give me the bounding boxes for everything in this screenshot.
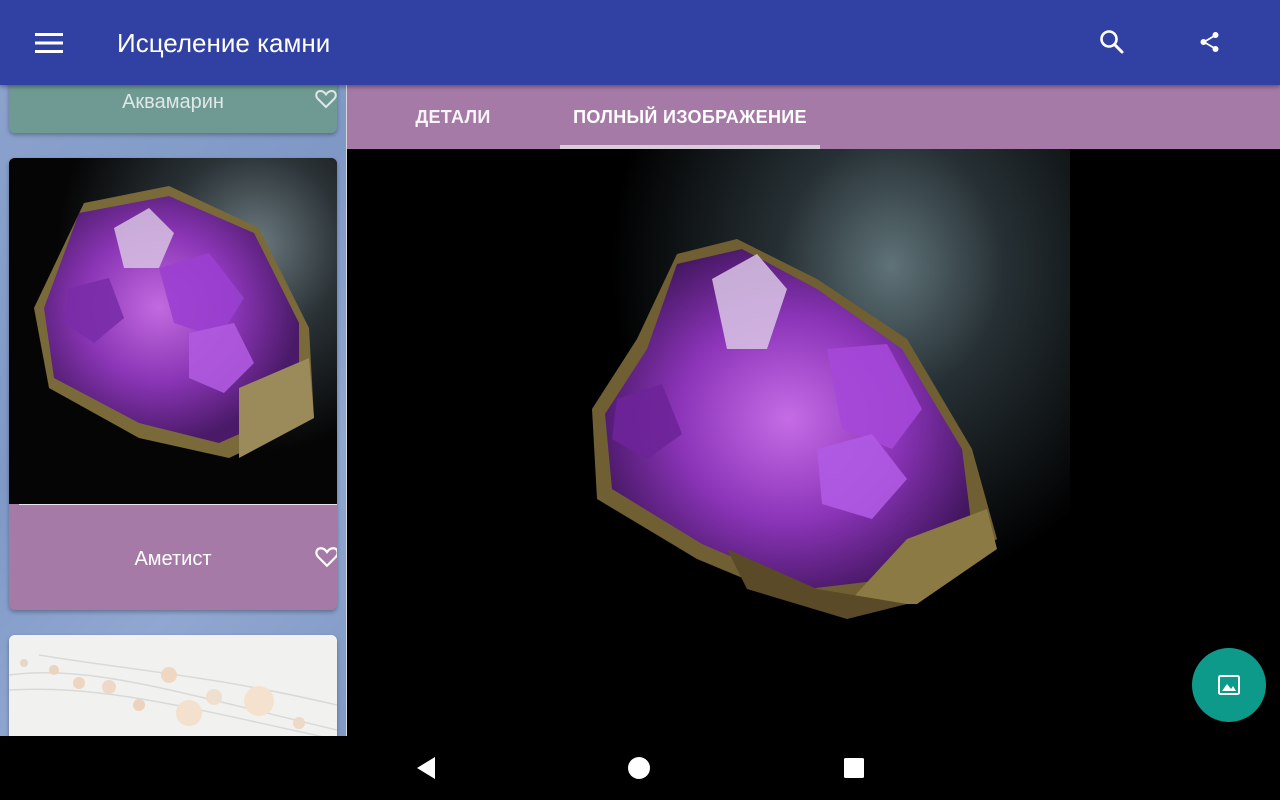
recents-icon: [844, 758, 864, 778]
amethyst-image: [9, 158, 337, 504]
search-button[interactable]: [1088, 18, 1136, 66]
back-button[interactable]: [408, 750, 444, 786]
stone-card-aquamarine[interactable]: Аквамарин: [9, 85, 337, 133]
app-bar: Исцеление камни: [0, 0, 1280, 85]
stone-card-amethyst[interactable]: Аметист: [9, 158, 337, 610]
back-icon: [417, 757, 435, 779]
image-icon: [1218, 675, 1240, 695]
amethyst-full-image: [560, 149, 1070, 736]
stone-card-pearl[interactable]: [9, 635, 337, 736]
stone-list[interactable]: Аквамарин Аметист: [0, 85, 346, 736]
stone-name: Аквамарин: [122, 91, 224, 113]
image-fab[interactable]: [1192, 648, 1266, 722]
pearl-necklace-image: [9, 635, 337, 736]
heart-outline-icon[interactable]: [315, 89, 337, 109]
share-icon: [1200, 32, 1219, 52]
menu-icon: [35, 33, 63, 53]
menu-button[interactable]: [24, 18, 74, 68]
share-button[interactable]: [1186, 18, 1234, 66]
system-nav-bar: [0, 736, 1280, 800]
heart-outline-icon[interactable]: [315, 546, 337, 568]
divider: [19, 504, 337, 505]
tab-bar: ДЕТАЛИ ПОЛНЫЙ ИЗОБРАЖЕНИЕ: [347, 85, 1280, 149]
tab-details[interactable]: ДЕТАЛИ: [397, 85, 509, 149]
search-icon: [1100, 30, 1124, 54]
full-image-view[interactable]: [347, 149, 1280, 736]
home-icon: [628, 757, 650, 779]
stone-name: Аметист: [134, 548, 212, 570]
home-button[interactable]: [621, 750, 657, 786]
stone-thumbnail: [9, 158, 337, 504]
recents-button[interactable]: [836, 750, 872, 786]
app-title: Исцеление камни: [117, 28, 331, 58]
tab-full-image[interactable]: ПОЛНЫЙ ИЗОБРАЖЕНИЕ: [560, 85, 820, 149]
